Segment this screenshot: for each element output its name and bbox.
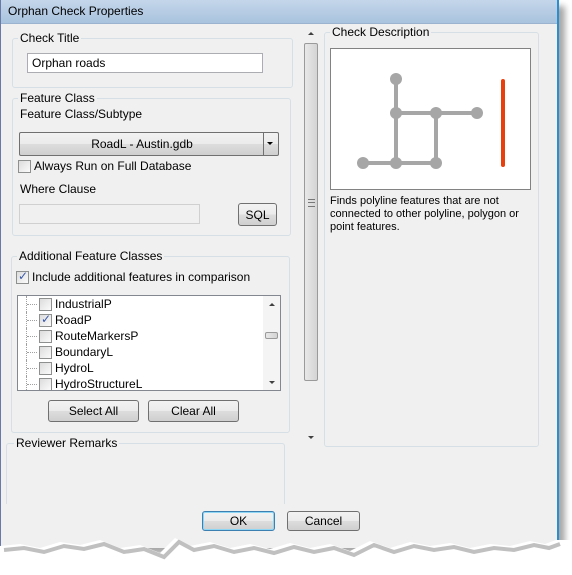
panel-scrollbar[interactable] [303, 25, 319, 445]
network-node [430, 157, 442, 169]
scroll-down-icon[interactable] [268, 381, 275, 384]
chevron-down-icon [267, 142, 273, 145]
check-preview-image [330, 48, 531, 190]
check-description-legend: Check Description [330, 25, 432, 39]
include-additional-checkbox[interactable]: ✓ [16, 269, 29, 284]
list-item-checkbox[interactable]: ✓ [39, 312, 52, 327]
title-bar[interactable]: Orphan Check Properties [1, 0, 557, 24]
checkmark-icon: ✓ [18, 269, 29, 283]
list-scroll-thumb[interactable] [265, 332, 278, 339]
tree-connector [26, 328, 38, 344]
network-node [430, 107, 442, 119]
always-run-checkbox[interactable] [18, 160, 31, 173]
always-run-label[interactable]: Always Run on Full Database [34, 159, 191, 173]
feature-class-subtype-label: Feature Class/Subtype [20, 107, 143, 121]
scroll-down-icon[interactable] [308, 436, 314, 439]
list-item-checkbox[interactable] [39, 362, 52, 375]
panel-scroll-thumb[interactable] [304, 43, 318, 381]
check-title-legend: Check Title [18, 31, 82, 45]
list-scrollbar[interactable] [263, 296, 280, 390]
list-item[interactable]: ✓ RoadP [18, 312, 262, 328]
grip-line [308, 202, 315, 203]
list-item-label: HydroL [55, 361, 94, 375]
checkmark-icon: ✓ [41, 312, 52, 326]
orphan-diagram [357, 73, 505, 169]
feature-class-dropdown[interactable]: RoadL - Austin.gdb [19, 132, 279, 156]
list-item-checkbox[interactable] [39, 330, 52, 343]
list-item-label: HydroStructureL [55, 377, 143, 391]
network-node [357, 157, 369, 169]
dialog-window: Orphan Check Properties Check Title Feat… [0, 0, 559, 548]
reviewer-remarks-legend: Reviewer Remarks [14, 436, 120, 450]
sql-button[interactable]: SQL [238, 203, 277, 226]
clear-all-button[interactable]: Clear All [148, 400, 239, 422]
where-clause-label: Where Clause [20, 182, 97, 196]
feature-class-list[interactable]: IndustrialP ✓ RoadP RouteMarkersP Bounda… [17, 295, 281, 391]
select-all-button[interactable]: Select All [48, 400, 139, 422]
tree-connector [26, 296, 38, 312]
list-item-checkbox[interactable] [39, 298, 52, 311]
list-item[interactable]: IndustrialP [18, 296, 262, 312]
tree-connector [26, 344, 38, 360]
scroll-up-icon[interactable] [268, 303, 275, 306]
list-item[interactable]: BoundaryL [18, 344, 262, 360]
torn-edge-decoration [0, 538, 572, 575]
tree-connector [26, 312, 38, 328]
list-item-label: IndustrialP [55, 297, 112, 311]
list-item-label: BoundaryL [55, 345, 114, 359]
list-item-checkbox[interactable] [39, 378, 52, 390]
window-title: Orphan Check Properties [8, 4, 144, 18]
tree-connector [26, 360, 38, 376]
check-description-text: Finds polyline features that are not con… [330, 195, 519, 233]
network-node [390, 73, 402, 85]
feature-class-legend: Feature Class [18, 91, 97, 105]
list-item[interactable]: HydroL [18, 360, 262, 376]
check-title-input[interactable] [27, 53, 263, 73]
list-item-label: RouteMarkersP [55, 329, 139, 343]
grip-icon [308, 199, 315, 207]
scroll-up-icon[interactable] [308, 32, 314, 35]
list-item[interactable]: HydroStructureL [18, 376, 262, 391]
where-clause-input[interactable] [19, 204, 200, 224]
dropdown-button[interactable] [263, 133, 278, 155]
feature-class-selected: RoadL - Austin.gdb [91, 137, 193, 151]
include-additional-label[interactable]: Include additional features in compariso… [32, 270, 250, 284]
reviewer-remarks-group: Reviewer Remarks [6, 436, 285, 504]
network-node [471, 107, 483, 119]
list-item-label: RoadP [55, 313, 92, 327]
list-item-checkbox[interactable] [39, 346, 52, 359]
list-item[interactable]: RouteMarkersP [18, 328, 262, 344]
network-node [390, 107, 402, 119]
network-node [390, 157, 402, 169]
additional-feature-classes-legend: Additional Feature Classes [17, 249, 165, 263]
tree-connector [26, 376, 38, 390]
